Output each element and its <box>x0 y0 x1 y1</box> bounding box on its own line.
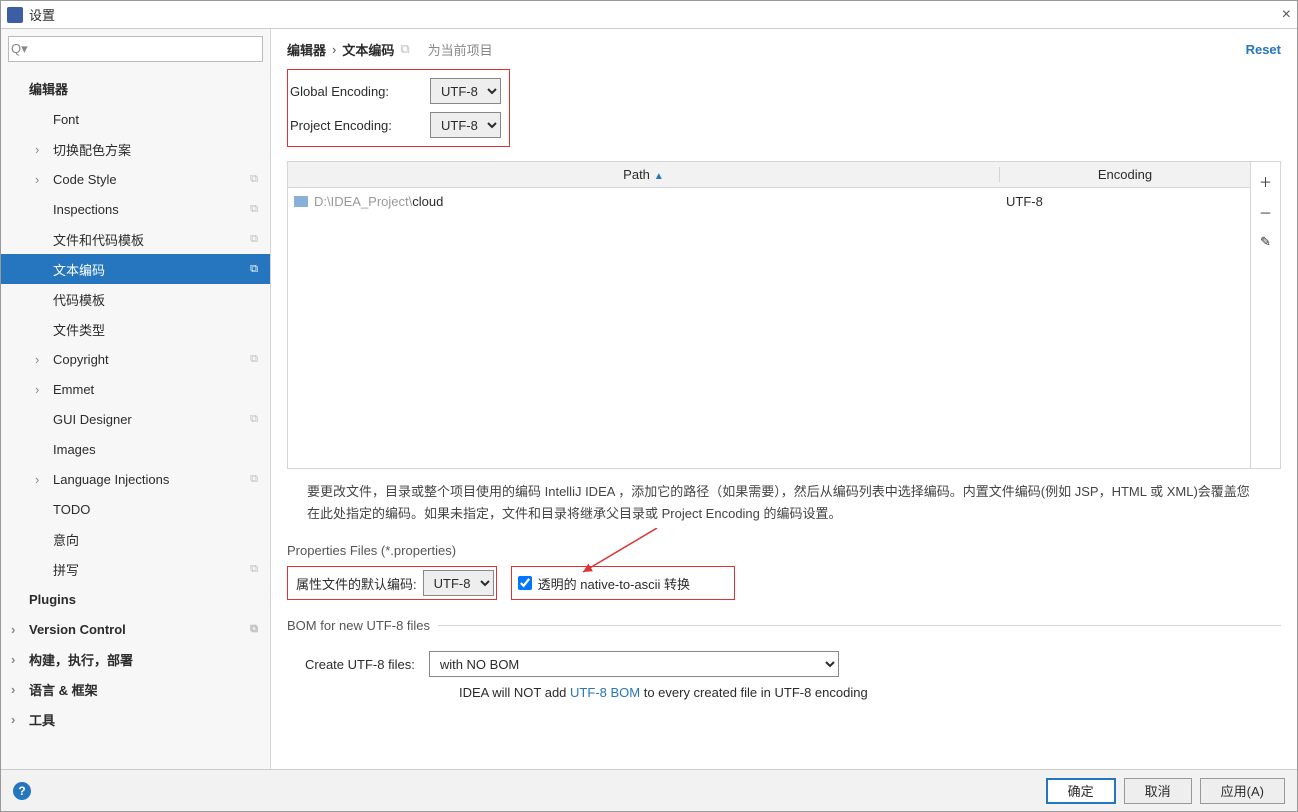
create-utf8-label: Create UTF-8 files: <box>305 657 415 672</box>
copy-icon: ⧉ <box>250 233 258 246</box>
encoding-table: Path▲ Encoding D:\IDEA_Project\cloudUTF-… <box>287 161 1281 469</box>
sidebar-root-2[interactable]: ›构建，执行，部署 <box>1 644 270 674</box>
native-ascii-checkbox[interactable] <box>518 576 532 590</box>
reset-link[interactable]: Reset <box>1246 42 1281 57</box>
table-header-encoding[interactable]: Encoding <box>1000 167 1250 182</box>
table-header-path[interactable]: Path▲ <box>288 167 1000 182</box>
sort-asc-icon: ▲ <box>654 171 664 182</box>
global-encoding-select[interactable]: UTF-8 <box>430 78 501 104</box>
copy-icon: ⧉ <box>250 473 258 486</box>
sidebar-root-1[interactable]: ›Version Control⧉ <box>1 614 270 644</box>
settings-sidebar: Q▾ 编辑器 Font›切换配色方案›Code Style⧉Inspection… <box>1 29 271 769</box>
apply-button[interactable]: 应用(A) <box>1200 778 1285 804</box>
window-title: 设置 <box>29 5 55 24</box>
project-encoding-label: Project Encoding: <box>290 118 420 133</box>
app-logo-icon <box>7 7 23 23</box>
sidebar-item-0[interactable]: Font <box>1 104 270 134</box>
remove-row-icon[interactable]: － <box>1259 203 1272 222</box>
cancel-button[interactable]: 取消 <box>1124 778 1192 804</box>
sidebar-item-10[interactable]: GUI Designer⧉ <box>1 404 270 434</box>
sidebar-item-12[interactable]: ›Language Injections⧉ <box>1 464 270 494</box>
encoding-highlight-box: Global Encoding: UTF-8 Project Encoding:… <box>287 69 510 147</box>
title-bar: 设置 × <box>1 1 1297 29</box>
breadcrumb-current: 文本编码 <box>342 40 394 59</box>
bom-note: IDEA will NOT add UTF-8 BOM to every cre… <box>287 685 1281 700</box>
chevron-right-icon: › <box>11 622 23 637</box>
sidebar-item-9[interactable]: ›Emmet <box>1 374 270 404</box>
properties-section-title: Properties Files (*.properties) <box>287 543 1281 558</box>
properties-encoding-box: 属性文件的默认编码: UTF-8 <box>287 566 497 600</box>
copy-icon: ⧉ <box>250 563 258 576</box>
copy-icon: ⧉ <box>400 41 409 57</box>
dialog-footer: ? 确定 取消 应用(A) <box>1 769 1297 811</box>
bom-legend: BOM for new UTF-8 files <box>287 618 438 633</box>
chevron-right-icon: › <box>11 682 23 697</box>
chevron-right-icon: › <box>35 382 47 397</box>
chevron-right-icon: › <box>35 172 47 187</box>
breadcrumb: 编辑器 › 文本编码 ⧉ 为当前项目 Reset <box>271 29 1297 69</box>
properties-encoding-label: 属性文件的默认编码: <box>290 574 423 593</box>
close-icon[interactable]: × <box>1282 6 1291 24</box>
sidebar-item-5[interactable]: 文本编码⧉ <box>1 254 270 284</box>
sidebar-item-15[interactable]: 拼写⧉ <box>1 554 270 584</box>
table-row[interactable]: D:\IDEA_Project\cloudUTF-8 <box>288 188 1250 214</box>
sidebar-root-4[interactable]: ›工具 <box>1 704 270 734</box>
copy-icon: ⧉ <box>250 203 258 216</box>
copy-icon: ⧉ <box>250 413 258 426</box>
folder-icon <box>294 196 308 207</box>
chevron-right-icon: › <box>35 352 47 367</box>
copy-icon: ⧉ <box>250 263 258 276</box>
create-utf8-select[interactable]: with NO BOM <box>429 651 839 677</box>
sidebar-item-14[interactable]: 意向 <box>1 524 270 554</box>
copy-icon: ⧉ <box>250 173 258 186</box>
bom-section: BOM for new UTF-8 files Create UTF-8 fil… <box>287 618 1281 700</box>
chevron-right-icon: › <box>35 472 47 487</box>
copy-icon: ⧉ <box>250 623 258 636</box>
tree-section-editor: 编辑器 <box>1 73 270 104</box>
sidebar-root-0[interactable]: Plugins <box>1 584 270 614</box>
chevron-right-icon: › <box>332 42 336 57</box>
edit-row-icon[interactable]: ✎ <box>1260 234 1271 250</box>
sidebar-item-7[interactable]: 文件类型 <box>1 314 270 344</box>
ok-button[interactable]: 确定 <box>1046 778 1116 804</box>
sidebar-item-8[interactable]: ›Copyright⧉ <box>1 344 270 374</box>
sidebar-item-2[interactable]: ›Code Style⧉ <box>1 164 270 194</box>
chevron-right-icon: › <box>11 652 23 667</box>
sidebar-item-1[interactable]: ›切换配色方案 <box>1 134 270 164</box>
native-ascii-box: 透明的 native-to-ascii 转换 <box>511 566 735 600</box>
encoding-description: 要更改文件，目录或整个项目使用的编码 IntelliJ IDEA ，添加它的路径… <box>287 469 1281 537</box>
chevron-right-icon: › <box>35 142 47 157</box>
breadcrumb-root[interactable]: 编辑器 <box>287 40 326 59</box>
chevron-right-icon: › <box>11 712 23 727</box>
project-encoding-select[interactable]: UTF-8 <box>430 112 501 138</box>
properties-encoding-select[interactable]: UTF-8 <box>423 570 494 596</box>
breadcrumb-scope: 为当前项目 <box>428 40 493 59</box>
sidebar-item-3[interactable]: Inspections⧉ <box>1 194 270 224</box>
global-encoding-label: Global Encoding: <box>290 84 420 99</box>
sidebar-root-3[interactable]: ›语言 & 框架 <box>1 674 270 704</box>
utf8-bom-link[interactable]: UTF-8 BOM <box>570 685 640 700</box>
add-row-icon[interactable]: ＋ <box>1259 172 1272 191</box>
sidebar-item-11[interactable]: Images <box>1 434 270 464</box>
sidebar-item-13[interactable]: TODO <box>1 494 270 524</box>
sidebar-item-4[interactable]: 文件和代码模板⧉ <box>1 224 270 254</box>
sidebar-item-6[interactable]: 代码模板 <box>1 284 270 314</box>
search-icon: Q▾ <box>11 41 28 57</box>
native-ascii-label: 透明的 native-to-ascii 转换 <box>538 574 690 593</box>
help-icon[interactable]: ? <box>13 782 31 800</box>
settings-tree: 编辑器 Font›切换配色方案›Code Style⧉Inspections⧉文… <box>1 69 270 769</box>
search-input[interactable] <box>8 36 263 62</box>
copy-icon: ⧉ <box>250 353 258 366</box>
